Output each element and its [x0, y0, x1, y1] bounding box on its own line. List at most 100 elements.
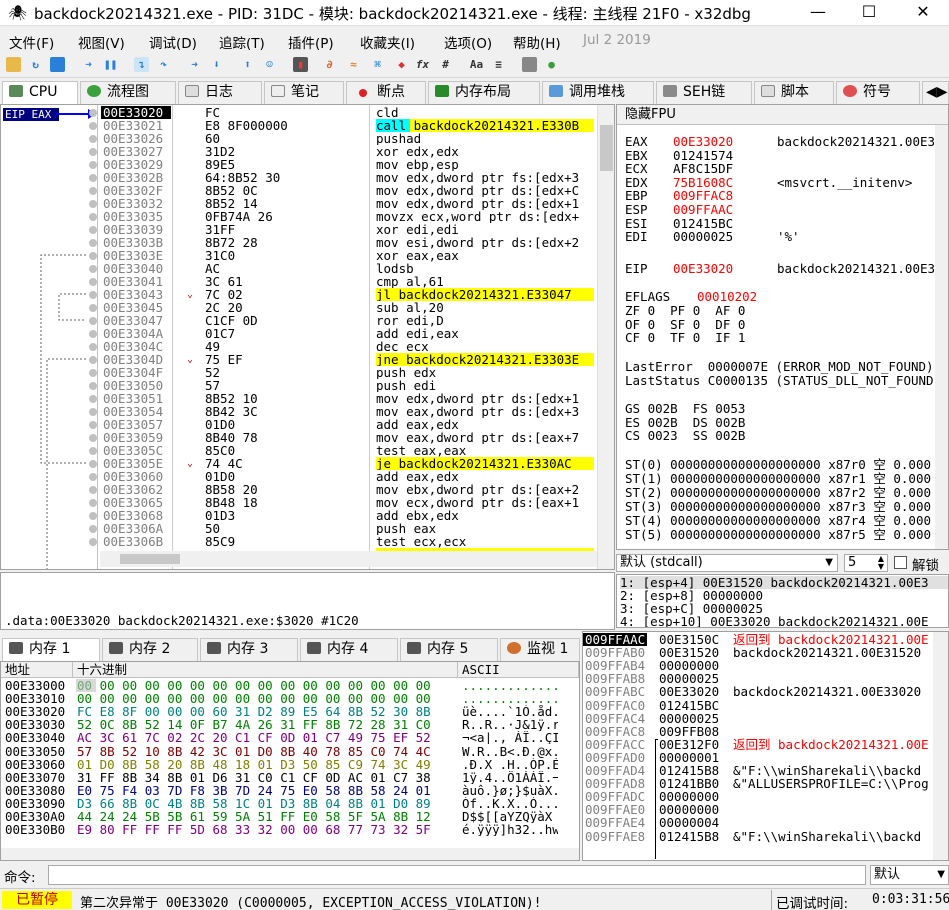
- disasm-row[interactable]: 00E33051 8B52 10 mov edx,dword ptr ds:[edx…: [1, 392, 595, 405]
- arg-count-spinbox[interactable]: 5 ▲ ▼: [844, 554, 888, 572]
- dump-ascii[interactable]: ................: [462, 692, 558, 705]
- dump-row[interactable]: 00E33040 AC 3C 61 7C 02 2C 20 C1 CF 0D 01…: [1, 731, 579, 744]
- menu-view[interactable]: 视图(V): [78, 32, 125, 52]
- tab-dump-5[interactable]: 内存 5: [400, 638, 498, 661]
- breakpoint-dot[interactable]: [89, 200, 97, 208]
- disasm-row[interactable]: 00E33027 31D2 xor edx,edx: [1, 145, 595, 158]
- fpu-row[interactable]: ST(3) 00000000000000000000 x87r3 空 0.000: [625, 500, 931, 513]
- dump-row[interactable]: 00E33080 E0 75 F4 03 7D F8 3B 7D 24 75 E0…: [1, 784, 579, 797]
- disassembly-scrollbar[interactable]: [597, 105, 614, 569]
- bookmark-icon[interactable]: ◆: [394, 57, 409, 72]
- breakpoint-dot[interactable]: [89, 187, 97, 195]
- register-value[interactable]: 009FFAC8: [673, 189, 733, 202]
- dump-ascii[interactable]: üè....`1Ò.åd.R0.: [462, 705, 558, 718]
- disasm-row[interactable]: 00E3304D ⌄ 75 EF jne backdock20214321.E3303…: [1, 353, 595, 366]
- maximize-button[interactable]: ☐: [846, 0, 892, 26]
- disasm-row[interactable]: 00E33032 8B52 14 mov edx,dword ptr ds:[edx…: [1, 197, 595, 210]
- register-value[interactable]: AF8C15DF: [673, 162, 733, 175]
- tab-dump-3[interactable]: 内存 3: [200, 638, 298, 661]
- breakpoint-dot[interactable]: [89, 395, 97, 403]
- stack-row[interactable]: 009FFAD0 00000001: [583, 751, 933, 764]
- register-value[interactable]: 009FFAAC: [673, 203, 733, 216]
- dump-hex[interactable]: AC 3C 61 7C 02 2C 20 C1 CF 0D 01 C7 49 7…: [77, 731, 431, 744]
- register-value[interactable]: 01241574: [673, 149, 733, 162]
- breakpoint-dot[interactable]: [89, 525, 97, 533]
- tab-graph[interactable]: 流程图: [80, 81, 176, 104]
- dump-row[interactable]: 00E33050 57 8B 52 10 8B 42 3C 01 D0 8B 40…: [1, 745, 579, 758]
- dump-hex[interactable]: 57 8B 52 10 8B 42 3C 01 D0 8B 40 78 85 C…: [77, 745, 431, 758]
- stack-row[interactable]: 009FFAC8 009FFB08: [583, 725, 933, 738]
- disasm-row[interactable]: 00E33035 0FB74A 26 movzx ecx,word ptr ds:[…: [1, 210, 595, 223]
- breakpoint-dot[interactable]: [89, 434, 97, 442]
- segment-row[interactable]: CS 0023 SS 002B: [625, 429, 745, 442]
- list-icon[interactable]: ≡: [491, 57, 506, 72]
- tab-watch-1[interactable]: 监视 1: [500, 638, 580, 661]
- stack-scrollbar[interactable]: [933, 632, 948, 860]
- stack-row[interactable]: 009FFACC 00E312F0 返回到 backdock20214321.00E: [583, 738, 933, 751]
- breakpoint-dot[interactable]: [89, 330, 97, 338]
- disassembly-view[interactable]: EIP EAX 00E33020 FC cld 00E33021 E8 8F000000…: [0, 104, 615, 570]
- breakpoint-dot[interactable]: [89, 460, 97, 468]
- stack-value[interactable]: 00000001: [659, 751, 719, 764]
- stack-row[interactable]: 009FFAC4 00000025: [583, 712, 933, 725]
- tab-dump-1[interactable]: 内存 1: [2, 638, 100, 662]
- disasm-row[interactable]: 00E3304C 49 dec ecx: [1, 340, 595, 353]
- breakpoint-dot[interactable]: [89, 382, 97, 390]
- register-value[interactable]: 75B1608C: [673, 176, 733, 189]
- hash-icon[interactable]: #: [438, 57, 453, 72]
- dump-row[interactable]: 00E33090 D3 66 8B 0C 4B 8B 58 1C 01 D3 8B…: [1, 797, 579, 810]
- disasm-row[interactable]: 00E33039 31FF xor edi,edi: [1, 223, 595, 236]
- dump-ascii[interactable]: 1ÿ.4..Ö1ÀÁÏ.¬.Ç8: [462, 771, 558, 784]
- breakpoint-dot[interactable]: [89, 447, 97, 455]
- fpu-row[interactable]: ST(1) 00000000000000000000 x87r1 空 0.000: [625, 472, 931, 485]
- label-icon[interactable]: ⌘: [370, 57, 385, 72]
- tab-breakpoints[interactable]: 断点: [346, 81, 426, 104]
- stack-row[interactable]: 009FFAE8 012415B8 &"F:\\winSharekali\\back…: [583, 830, 933, 843]
- register-value[interactable]: 00000025: [673, 230, 733, 243]
- dump-hex[interactable]: D3 66 8B 0C 4B 8B 58 1C 01 D3 8B 04 8B 0…: [77, 797, 431, 810]
- dump-row[interactable]: 00E33010 00 00 00 00 00 00 00 00 00 00 00…: [1, 692, 579, 705]
- dump-ascii[interactable]: R..R..·J&1ÿ.r(1À: [462, 718, 558, 731]
- call-convention-select[interactable]: 默认 (stdcall) ▼: [616, 554, 838, 572]
- tab-dump-4[interactable]: 内存 4: [300, 638, 398, 661]
- stack-value[interactable]: 00E33020: [659, 685, 719, 698]
- tab-log[interactable]: 日志: [178, 81, 262, 104]
- tab-seh-chain[interactable]: SEH链: [656, 81, 752, 104]
- breakpoint-dot[interactable]: [89, 265, 97, 273]
- dump-header-hex[interactable]: 十六进制: [73, 662, 458, 678]
- menu-favourites[interactable]: 收藏夹(I): [360, 32, 415, 52]
- restart-icon[interactable]: ↻: [28, 57, 43, 72]
- step-over-icon[interactable]: ↷: [156, 57, 171, 72]
- fpu-row[interactable]: ST(5) 00000000000000000000 x87r5 空 0.000: [625, 528, 931, 541]
- disasm-row[interactable]: 00E33047 C1CF 0D ror edi,D: [1, 314, 595, 327]
- disasm-row[interactable]: 00E33062 8B58 20 mov ebx,dword ptr ds:[eax…: [1, 483, 595, 496]
- fpu-row[interactable]: ST(4) 00000000000000000000 x87r4 空 0.000: [625, 514, 931, 527]
- stack-value[interactable]: 009FFB08: [659, 725, 719, 738]
- minimize-button[interactable]: —: [795, 0, 841, 26]
- breakpoint-dot[interactable]: [89, 304, 97, 312]
- disasm-row[interactable]: 00E33057 01D0 add eax,edx: [1, 418, 595, 431]
- patch-icon[interactable]: ▮: [293, 57, 308, 72]
- dump-ascii[interactable]: ................: [462, 679, 558, 692]
- pause-icon[interactable]: ❚❚: [103, 57, 118, 72]
- breakpoint-dot[interactable]: [89, 343, 97, 351]
- stack-value[interactable]: 012415BC: [659, 699, 719, 712]
- step-into-icon[interactable]: ↴: [134, 57, 149, 72]
- trace-into-icon[interactable]: ➜: [187, 57, 202, 72]
- disasm-row[interactable]: 00E3302F 8B52 0C mov edx,dword ptr ds:[edx…: [1, 184, 595, 197]
- breakpoint-dot[interactable]: [89, 239, 97, 247]
- breakpoint-dot[interactable]: [89, 213, 97, 221]
- function-icon[interactable]: fx: [415, 57, 430, 72]
- disasm-row[interactable]: 00E3303B 8B72 28 mov esi,dword ptr ds:[edx…: [1, 236, 595, 249]
- breakpoint-dot[interactable]: [89, 122, 97, 130]
- breakpoint-dot[interactable]: [89, 421, 97, 429]
- script-icon[interactable]: ≈: [346, 57, 361, 72]
- menu-plugins[interactable]: 插件(P): [288, 32, 334, 52]
- dump-row[interactable]: 00E33020 FC E8 8F 00 00 00 60 31 D2 89 E5…: [1, 705, 579, 718]
- run-to-user-code-icon[interactable]: ☺: [262, 57, 277, 72]
- dump-hex[interactable]: 44 24 24 5B 5B 61 59 5A 51 FF E0 58 5F 5…: [77, 810, 431, 823]
- run-icon[interactable]: ➜: [81, 57, 96, 72]
- dump-hex[interactable]: FC E8 8F 00 00 00 60 31 D2 89 E5 64 8B 5…: [77, 705, 431, 718]
- register-value[interactable]: 00E33020: [673, 262, 733, 275]
- dump-hex[interactable]: E0 75 F4 03 7D F8 3B 7D 24 75 E0 58 8B 5…: [77, 784, 431, 797]
